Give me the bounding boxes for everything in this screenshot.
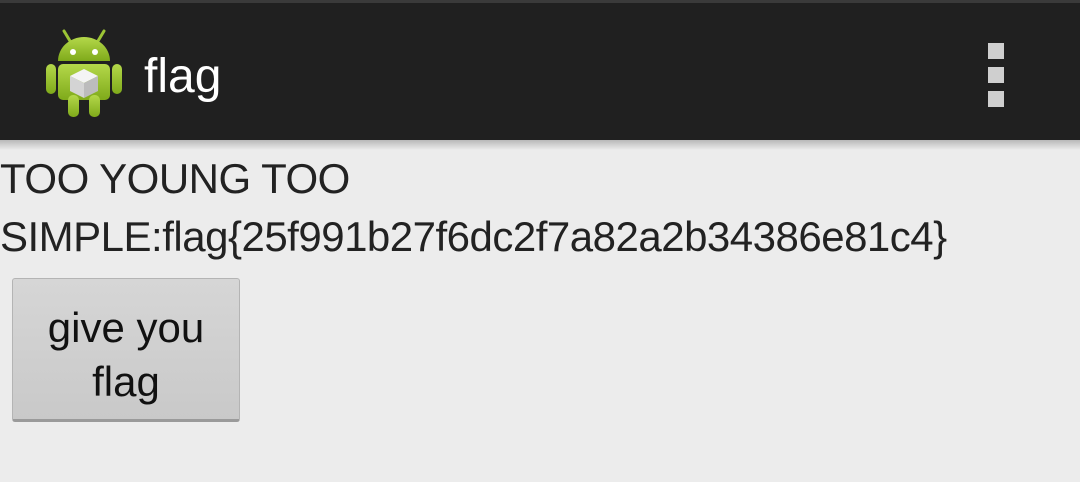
action-bar-shadow	[0, 140, 1080, 150]
action-bar: flag	[0, 0, 1080, 140]
overflow-dot	[988, 43, 1004, 59]
overflow-dot	[988, 91, 1004, 107]
give-you-flag-button[interactable]: give you flag	[12, 278, 240, 422]
android-robot-icon	[46, 29, 122, 117]
flag-message: TOO YOUNG TOO SIMPLE:flag{25f991b27f6dc2…	[0, 155, 947, 260]
app-title: flag	[144, 50, 222, 103]
overflow-menu-icon[interactable]	[984, 39, 1008, 111]
overflow-dot	[988, 67, 1004, 83]
